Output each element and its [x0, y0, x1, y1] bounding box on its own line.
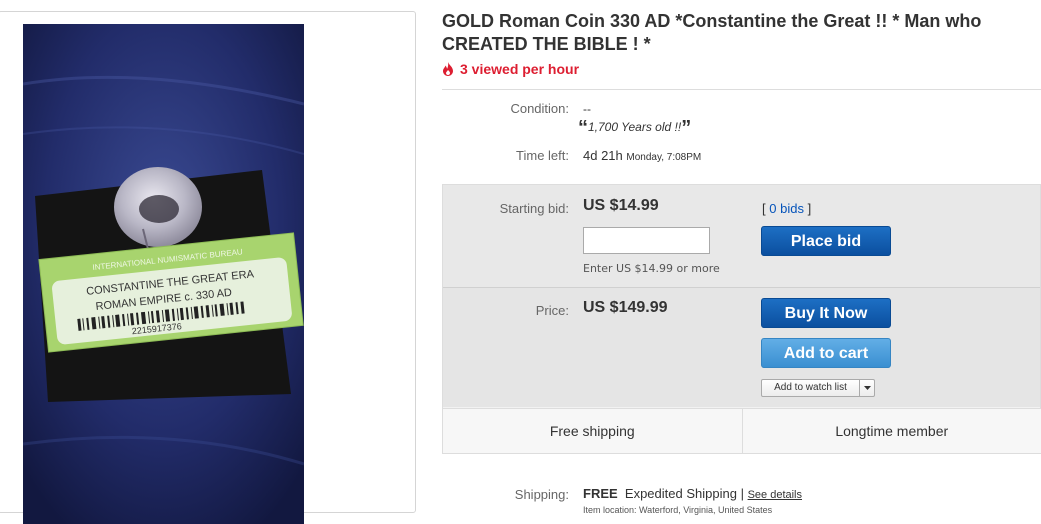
time-left-label: Time left:: [441, 148, 569, 163]
close-quote: ”: [681, 117, 691, 139]
bid-hint: Enter US $14.99 or more: [583, 262, 720, 275]
chevron-down-icon: [864, 386, 871, 390]
watch-list-label[interactable]: Add to watch list: [762, 380, 859, 396]
item-location: Item location: Waterford, Virginia, Unit…: [583, 505, 772, 515]
divider: [442, 89, 1041, 90]
condition-value: --: [583, 102, 591, 116]
shipping-free: FREE: [583, 486, 618, 501]
image-viewer: INTERNATIONAL NUMISMATIC BUREAU CONSTANT…: [0, 11, 416, 513]
see-details-link[interactable]: See details: [748, 489, 802, 501]
item-photo[interactable]: INTERNATIONAL NUMISMATIC BUREAU CONSTANT…: [23, 24, 304, 524]
shipping-label: Shipping:: [441, 487, 569, 502]
viewed-per-hour-text: 3 viewed per hour: [460, 61, 579, 77]
listing-title: GOLD Roman Coin 330 AD *Constantine the …: [442, 10, 1032, 56]
buy-it-now-button[interactable]: Buy It Now: [761, 298, 891, 328]
perk-free-shipping: Free shipping: [443, 409, 742, 453]
add-to-watch-list-button[interactable]: Add to watch list: [761, 379, 875, 397]
add-to-cart-button[interactable]: Add to cart: [761, 338, 891, 368]
shipping-separator: |: [741, 486, 744, 501]
flame-icon: [442, 62, 454, 76]
time-left-duration: 4d 21h: [583, 148, 623, 163]
bid-count-open: [: [762, 201, 766, 216]
bid-count-close: ]: [808, 201, 812, 216]
buy-it-now-price: US $149.99: [583, 299, 668, 317]
bid-amount-input[interactable]: [583, 227, 710, 254]
starting-bid-amount: US $14.99: [583, 197, 659, 215]
condition-quote-text: 1,700 Years old !!: [588, 120, 681, 134]
bid-count-link[interactable]: 0 bids: [769, 201, 804, 216]
listing-perks: Free shipping Longtime member: [443, 408, 1041, 453]
coin-photo-illustration: INTERNATIONAL NUMISMATIC BUREAU CONSTANT…: [23, 24, 304, 524]
time-left-end: Monday, 7:08PM: [626, 152, 701, 163]
bid-count: [ 0 bids ]: [762, 201, 811, 216]
shipping-value: FREE Expedited Shipping | See details: [583, 486, 802, 501]
perk-longtime-member: Longtime member: [742, 409, 1041, 453]
price-label: Price:: [441, 303, 569, 318]
popularity-indicator: 3 viewed per hour: [442, 61, 579, 77]
watch-list-dropdown[interactable]: [859, 380, 874, 396]
condition-label: Condition:: [441, 101, 569, 116]
place-bid-button[interactable]: Place bid: [761, 226, 891, 256]
open-quote: “: [578, 117, 588, 139]
condition-quote: “1,700 Years old !!”: [578, 117, 691, 140]
shipping-method: Expedited Shipping: [625, 486, 737, 501]
starting-bid-label: Starting bid:: [441, 201, 569, 216]
time-left-value: 4d 21h Monday, 7:08PM: [583, 148, 701, 163]
